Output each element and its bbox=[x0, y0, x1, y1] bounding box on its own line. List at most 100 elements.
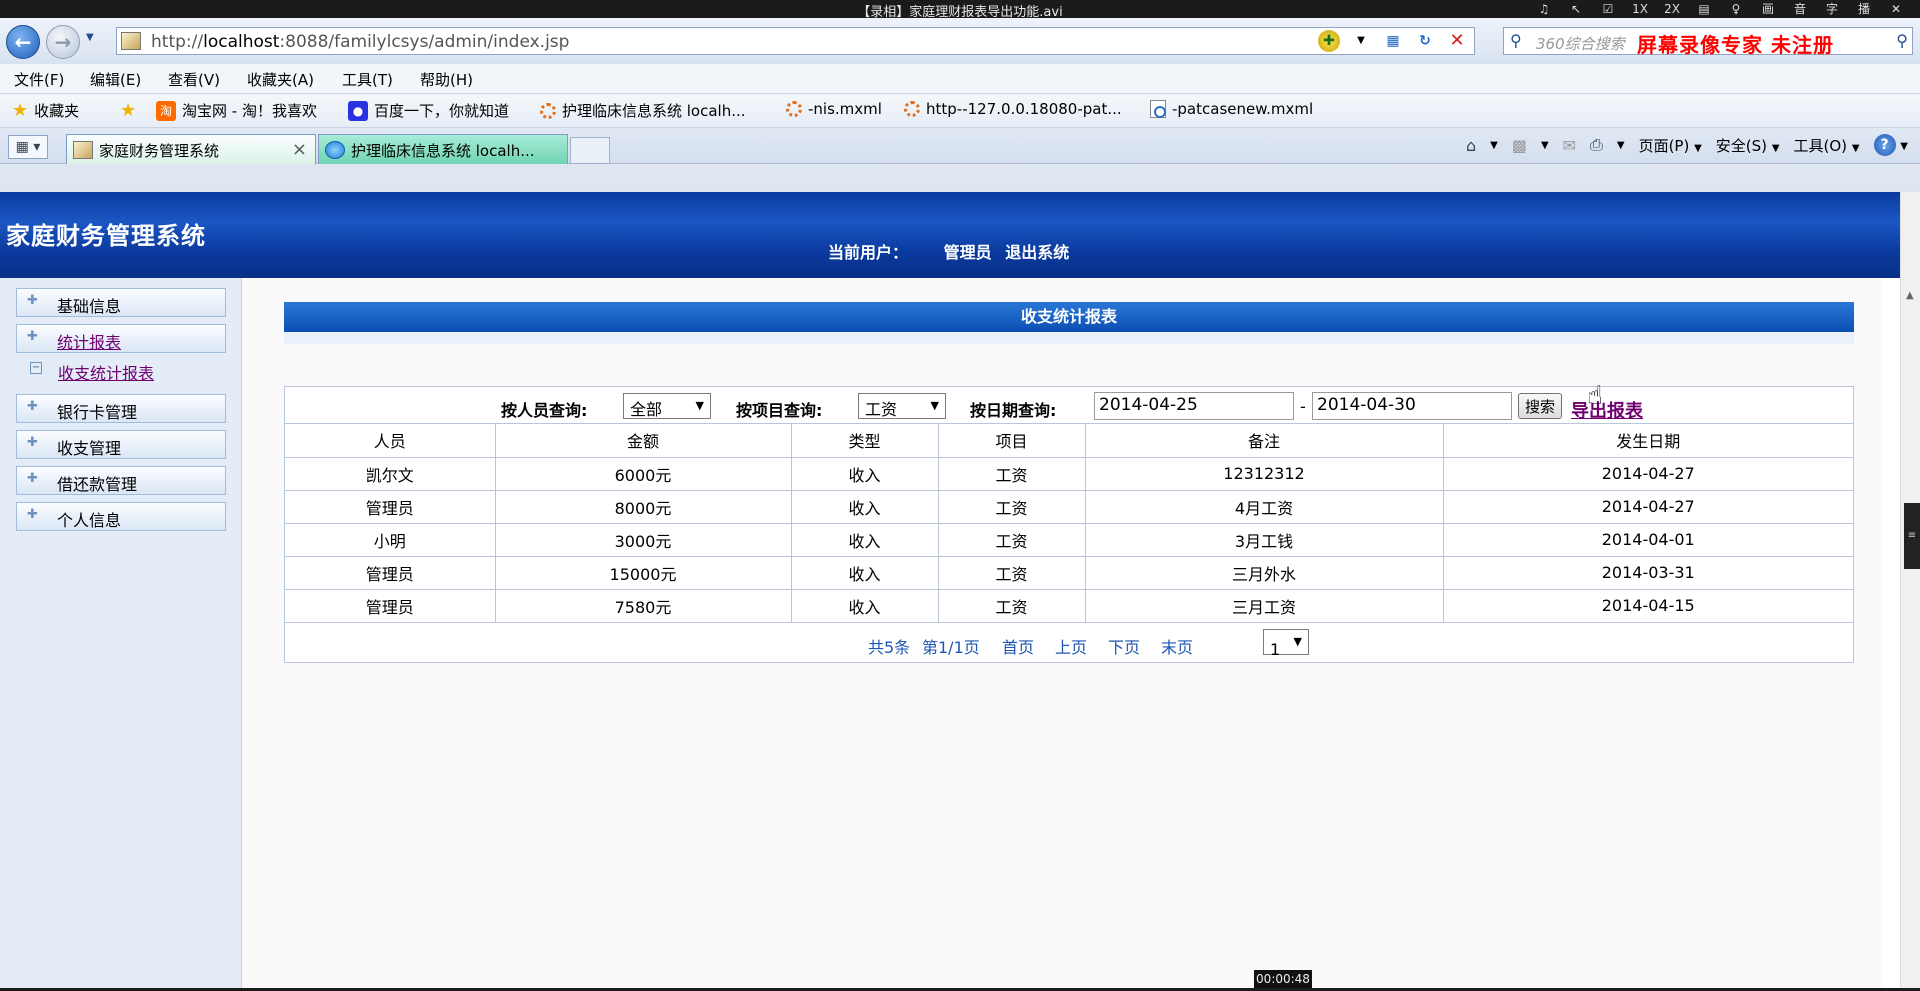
panel-subheader bbox=[284, 332, 1854, 344]
menu-view[interactable]: 查看(V) bbox=[168, 69, 220, 90]
pager-first-link[interactable]: 首页 bbox=[1002, 634, 1034, 658]
cell-note: 三月工资 bbox=[1084, 588, 1444, 623]
player-control[interactable]: ♫ bbox=[1528, 0, 1560, 18]
player-control[interactable]: 画 bbox=[1752, 0, 1784, 18]
cell-amount: 3000元 bbox=[494, 522, 792, 557]
page-menu-button[interactable]: 页面(P) ▼ bbox=[1639, 135, 1702, 156]
sidebar-item-bank-cards[interactable]: ✚ 银行卡管理 bbox=[16, 394, 226, 423]
sidebar-item-reports[interactable]: ✚ 统计报表 bbox=[16, 324, 226, 353]
page-select[interactable]: 1 ▼ bbox=[1263, 629, 1309, 659]
player-control[interactable]: ↖ bbox=[1560, 0, 1592, 18]
sidebar-item-loans[interactable]: ✚ 借还款管理 bbox=[16, 466, 226, 495]
favorites-button[interactable]: ★ 收藏夹 bbox=[12, 100, 79, 121]
safety-menu-button[interactable]: 安全(S) ▼ bbox=[1716, 135, 1780, 156]
new-tab-button[interactable] bbox=[570, 137, 610, 164]
feeds-dropdown-icon[interactable]: ▼ bbox=[1541, 140, 1549, 151]
cell-type: 收入 bbox=[790, 522, 939, 557]
search-icon: ⚲ bbox=[1510, 31, 1522, 50]
main-content: 收支统计报表 按人员查询: 全部 ▼ 按项目查询: 工资 ▼ 按日期查询: 20… bbox=[242, 278, 1882, 988]
favorite-link-nis[interactable]: -nis.mxml bbox=[786, 100, 882, 118]
tools-menu-button[interactable]: 工具(O) ▼ bbox=[1794, 135, 1860, 156]
mail-icon[interactable]: ✉ bbox=[1563, 136, 1576, 155]
menu-edit[interactable]: 编辑(E) bbox=[90, 69, 141, 90]
search-box[interactable]: ⚲ 360综合搜索 屏幕录像专家 未注册 ⚲ bbox=[1503, 27, 1913, 57]
pager-next-link[interactable]: 下页 bbox=[1108, 634, 1140, 658]
app-brand: 家庭财务管理系统 bbox=[6, 222, 206, 250]
address-dropdown-icon[interactable]: ▼ bbox=[1350, 30, 1372, 52]
print-dropdown-icon[interactable]: ▼ bbox=[1617, 140, 1625, 151]
cell-note: 3月工钱 bbox=[1084, 522, 1444, 557]
table-row: 小明 3000元 收入 工资 3月工钱 2014-04-01 bbox=[285, 522, 1853, 557]
favorite-link-taobao[interactable]: 淘 淘宝网 - 淘！我喜欢 bbox=[156, 100, 317, 121]
date-to-input[interactable]: 2014-04-30 bbox=[1312, 392, 1512, 420]
tab-family-finance[interactable]: 家庭财务管理系统 × bbox=[66, 134, 316, 164]
player-control[interactable]: 字 bbox=[1816, 0, 1848, 18]
close-tab-icon[interactable]: × bbox=[292, 139, 307, 160]
player-control[interactable]: 1X bbox=[1624, 0, 1656, 18]
player-control[interactable]: ✕ bbox=[1880, 0, 1912, 18]
vertical-scrollbar[interactable]: ▲ bbox=[1900, 192, 1920, 988]
sidebar-item-personal-info[interactable]: ✚ 个人信息 bbox=[16, 502, 226, 531]
tab-nursing-system[interactable]: 护理临床信息系统 localh... bbox=[318, 134, 568, 164]
history-dropdown-icon[interactable]: ▼ bbox=[86, 32, 94, 43]
url-text[interactable]: http://localhost:8088/familylcsys/admin/… bbox=[151, 32, 569, 52]
item-filter-select[interactable]: 工资 ▼ bbox=[858, 393, 946, 419]
pager-last-link[interactable]: 末页 bbox=[1161, 634, 1193, 658]
search-button[interactable]: 搜索 bbox=[1518, 393, 1563, 419]
cell-type: 收入 bbox=[790, 588, 939, 623]
player-control[interactable]: 2X bbox=[1656, 0, 1688, 18]
refresh-icon[interactable]: ↻ bbox=[1414, 30, 1436, 52]
side-handle[interactable]: ≡ bbox=[1904, 503, 1920, 569]
column-header: 发生日期 bbox=[1442, 424, 1853, 458]
cell-date: 2014-04-27 bbox=[1442, 456, 1853, 491]
logout-link[interactable]: 退出系统 bbox=[1005, 243, 1069, 262]
export-report-link[interactable]: 导出报表 bbox=[1571, 397, 1643, 423]
favorite-link-patcasenew[interactable]: -patcasenew.mxml bbox=[1150, 100, 1313, 118]
stop-icon[interactable]: ✕ bbox=[1446, 30, 1468, 52]
menu-file[interactable]: 文件(F) bbox=[14, 69, 64, 90]
expand-icon: ✚ bbox=[27, 435, 38, 450]
compat-icon[interactable]: ✚ bbox=[1318, 30, 1340, 52]
player-control[interactable]: 音 bbox=[1784, 0, 1816, 18]
date-from-input[interactable]: 2014-04-25 bbox=[1094, 392, 1294, 420]
star-icon: ★ bbox=[12, 100, 29, 121]
compatibility-view-icon[interactable]: ▦ bbox=[1382, 30, 1404, 52]
player-control[interactable]: 播 bbox=[1848, 0, 1880, 18]
command-bar: ⌂ ▼ ▩ ▼ ✉ ⎙ ▼ 页面(P) ▼ 安全(S) ▼ 工具(O) ▼ ? … bbox=[1466, 134, 1908, 156]
favorite-link-baidu[interactable]: ● 百度一下，你就知道 bbox=[348, 100, 509, 121]
home-dropdown-icon[interactable]: ▼ bbox=[1490, 140, 1498, 151]
player-controls: ♫ ↖ ☑ 1X 2X ▤ ♀ 画 音 字 播 ✕ bbox=[1528, 0, 1912, 18]
scroll-up-icon[interactable]: ▲ bbox=[1906, 290, 1914, 301]
menu-help[interactable]: 帮助(H) bbox=[420, 69, 473, 90]
help-button[interactable]: ? ▼ bbox=[1873, 134, 1908, 156]
sidebar-item-basic-info[interactable]: ✚ 基础信息 bbox=[16, 288, 226, 317]
add-favorite-icon[interactable]: ★ bbox=[120, 100, 136, 121]
address-bar[interactable]: http://localhost:8088/familylcsys/admin/… bbox=[116, 27, 1475, 55]
menu-tools[interactable]: 工具(T) bbox=[342, 69, 393, 90]
cell-amount: 6000元 bbox=[494, 456, 792, 491]
quick-tabs-icon[interactable]: ▦ ▾ bbox=[8, 135, 48, 159]
forward-arrow-icon[interactable]: → bbox=[46, 25, 80, 59]
player-control[interactable]: ♀ bbox=[1720, 0, 1752, 18]
feeds-icon[interactable]: ▩ bbox=[1512, 136, 1527, 155]
loading-icon bbox=[904, 101, 920, 117]
player-control[interactable]: ▤ bbox=[1688, 0, 1720, 18]
print-icon[interactable]: ⎙ bbox=[1590, 135, 1603, 155]
date-filter-label: 按日期查询: bbox=[970, 401, 1057, 420]
home-icon[interactable]: ⌂ bbox=[1466, 136, 1476, 155]
person-filter-select[interactable]: 全部 ▼ bbox=[623, 393, 711, 419]
player-control[interactable]: ☑ bbox=[1592, 0, 1624, 18]
report-grid: 按人员查询: 全部 ▼ 按项目查询: 工资 ▼ 按日期查询: 2014-04-2… bbox=[284, 381, 1854, 663]
sidebar-subitem-income-report[interactable]: − 收支统计报表 bbox=[30, 360, 154, 384]
sidebar-item-income-expense[interactable]: ✚ 收支管理 bbox=[16, 430, 226, 459]
search-go-icon[interactable]: ⚲ bbox=[1896, 31, 1908, 50]
expand-icon: ✚ bbox=[27, 471, 38, 486]
favorite-link-nursing[interactable]: 护理临床信息系统 localh... bbox=[540, 100, 746, 121]
back-arrow-icon[interactable]: ← bbox=[6, 25, 40, 59]
table-header-row: 人员 金额 类型 项目 备注 发生日期 bbox=[285, 424, 1853, 458]
pager-prev-link[interactable]: 上页 bbox=[1055, 634, 1087, 658]
ie-icon bbox=[325, 141, 345, 159]
cell-item: 工资 bbox=[937, 588, 1086, 623]
favorite-link-pat[interactable]: http--127.0.0.18080-pat... bbox=[904, 100, 1122, 118]
menu-favorites[interactable]: 收藏夹(A) bbox=[247, 69, 314, 90]
